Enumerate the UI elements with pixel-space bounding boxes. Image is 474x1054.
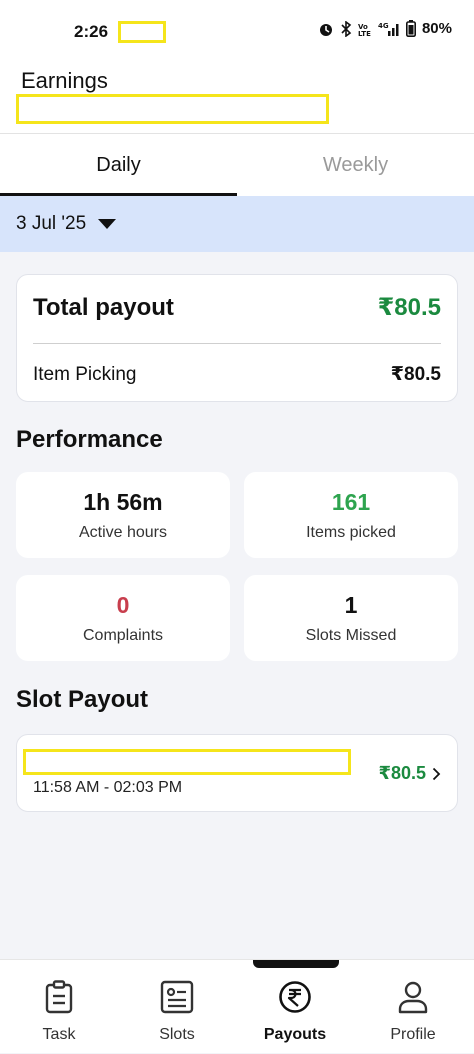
slot-payout-title: Slot Payout <box>16 686 149 713</box>
signal-icon: 4G <box>378 22 399 36</box>
performance-title: Performance <box>16 426 163 453</box>
svg-text:LTE: LTE <box>358 30 371 37</box>
date-selector[interactable]: 3 Jul '25 <box>0 196 474 252</box>
tab-daily[interactable]: Daily <box>0 134 237 196</box>
nav-payouts-label: Payouts <box>263 1026 327 1043</box>
rupee-icon <box>279 981 311 1013</box>
person-icon <box>398 981 428 1014</box>
total-payout-label: Total payout <box>33 293 174 321</box>
system-icons: Vo LTE 4G 80% <box>318 20 452 37</box>
stat-value: 1 <box>344 591 358 618</box>
item-picking-label: Item Picking <box>33 363 137 385</box>
stat-value: 161 <box>331 488 371 515</box>
slot-time: 11:58 AM - 02:03 PM <box>33 779 183 796</box>
redacted-block <box>16 94 329 124</box>
nav-slots[interactable]: Slots <box>118 960 236 1054</box>
slot-amount-group: ₹80.5 <box>378 763 441 784</box>
stat-label: Complaints <box>82 626 164 644</box>
item-picking-amount: ₹80.5 <box>390 364 441 385</box>
stat-label: Items picked <box>306 523 396 541</box>
stat-active-hours: 1h 56m Active hours <box>16 472 230 558</box>
payout-summary-card: Total payout ₹80.5 Item Picking ₹80.5 <box>16 274 458 402</box>
app-header: Earnings <box>0 62 474 134</box>
bluetooth-icon <box>341 20 352 37</box>
tab-weekly[interactable]: Weekly <box>237 134 474 196</box>
stat-complaints: 0 Complaints <box>16 575 230 661</box>
caret-down-icon <box>98 219 117 229</box>
stat-slots-missed: 1 Slots Missed <box>244 575 458 661</box>
svg-text:4G: 4G <box>378 22 389 30</box>
redacted-block <box>118 21 166 43</box>
stat-label: Active hours <box>78 523 168 541</box>
stat-label: Slots Missed <box>305 626 397 644</box>
nav-task-label: Task <box>42 1026 76 1043</box>
nav-profile[interactable]: Profile <box>354 960 472 1054</box>
total-payout-amount: ₹80.5 <box>377 294 441 321</box>
slot-card-icon <box>160 980 194 1014</box>
nav-task[interactable]: Task <box>0 960 118 1054</box>
chevron-right-icon <box>432 767 441 780</box>
alarm-icon <box>319 23 332 36</box>
stat-items-picked: 161 Items picked <box>244 472 458 558</box>
nav-slots-label: Slots <box>159 1026 195 1043</box>
bottom-nav: Task Slots Payouts Profile <box>0 959 474 1053</box>
nav-profile-label: Profile <box>390 1026 436 1043</box>
stat-value: 0 <box>116 591 130 618</box>
battery-percent: 80% <box>421 20 452 37</box>
page-title: Earnings <box>21 68 108 93</box>
status-bar: 2:26 Vo LTE 4G 80% <box>0 0 474 62</box>
slot-amount: ₹80.5 <box>378 763 426 783</box>
clipboard-icon <box>45 980 73 1014</box>
selected-date: 3 Jul '25 <box>16 213 87 234</box>
volte-icon: VoLTE <box>358 23 371 37</box>
divider <box>33 343 441 344</box>
redacted-block <box>23 749 351 775</box>
stat-value: 1h 56m <box>83 488 163 515</box>
status-time: 2:26 <box>74 22 109 41</box>
battery-icon <box>405 20 416 37</box>
slot-payout-item[interactable]: 11:58 AM - 02:03 PM ₹80.5 <box>16 734 458 812</box>
tab-bar: Daily Weekly <box>0 134 474 196</box>
nav-payouts[interactable]: Payouts <box>236 960 354 1054</box>
